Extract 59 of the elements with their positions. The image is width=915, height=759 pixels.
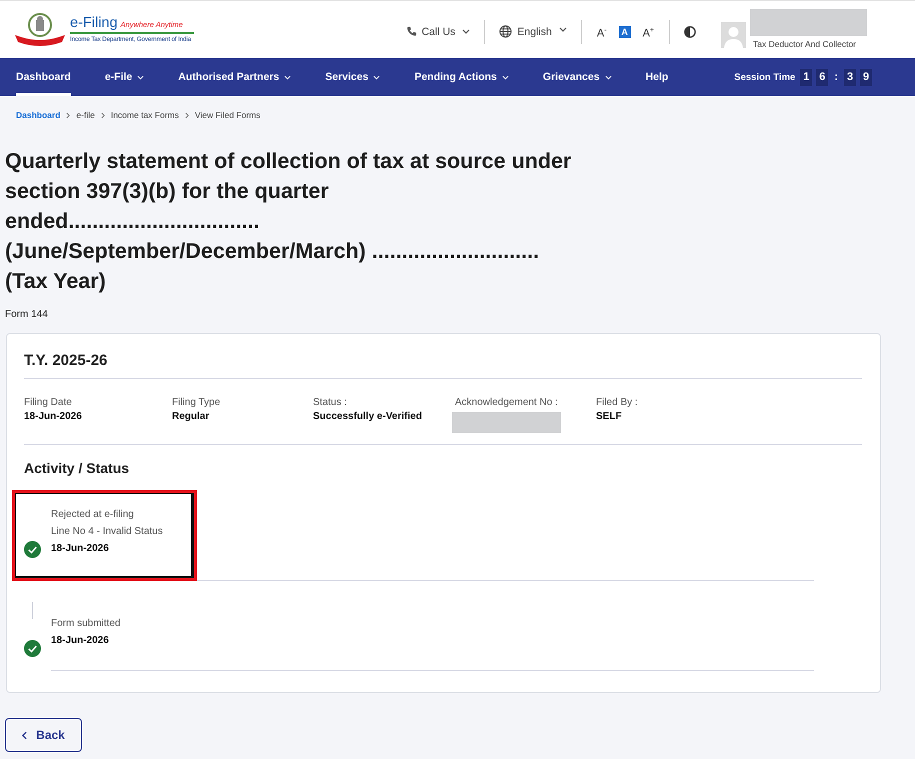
session-digit: 1: [800, 68, 812, 86]
font-size-button[interactable]: A: [618, 26, 631, 38]
nav-tab[interactable]: Authorised Partners: [178, 58, 292, 96]
call-us-button[interactable]: Call Us: [406, 26, 470, 38]
nav-tab[interactable]: Help: [646, 58, 668, 96]
nav-tab[interactable]: Services: [325, 58, 380, 96]
activity-date: 18-Jun-2026: [51, 542, 110, 556]
back-button[interactable]: Back: [5, 718, 82, 752]
card-title: T.Y. 2025-26: [24, 351, 862, 379]
field-label: Acknowledgement No :: [455, 396, 559, 410]
activity-date: 18-Jun-2026: [51, 634, 110, 648]
phone-icon: [406, 26, 417, 37]
field-label: Filing Date: [24, 396, 73, 410]
section-title: Activity / Status: [24, 459, 130, 477]
nav-tab[interactable]: Pending Actions: [414, 58, 509, 96]
globe-icon: [499, 25, 512, 38]
chevron-down-icon: [502, 74, 509, 80]
form-number: Form 144: [5, 308, 49, 322]
breadcrumb-item[interactable]: Income tax Forms: [110, 109, 179, 121]
chevron-down-icon: [284, 74, 292, 80]
activity-text: Rejected at e-filing: [51, 508, 135, 522]
chevron-left-icon: [22, 730, 28, 740]
chevron-down-icon: [604, 74, 612, 80]
nav-tab[interactable]: e-File: [104, 58, 144, 96]
font-size-button[interactable]: A$^{-}$: [596, 25, 608, 38]
session-separator: :: [833, 71, 839, 83]
contrast-icon[interactable]: [684, 26, 696, 38]
activity-text: Line No 4 - Invalid Status: [51, 525, 164, 539]
session-digit: 9: [860, 68, 872, 86]
font-size-button[interactable]: A$^{+}$: [642, 25, 655, 38]
emblem-icon: [15, 11, 65, 48]
session-time-label: Session Time: [734, 72, 796, 82]
breadcrumb-item[interactable]: e-file: [76, 109, 95, 121]
chevron-down-icon: [558, 26, 567, 32]
nav-tab[interactable]: Dashboard: [16, 58, 71, 96]
chevron-down-icon: [462, 29, 470, 34]
field-value: Successfully e-Verified: [313, 410, 423, 424]
language-button[interactable]: English: [499, 25, 567, 38]
chevron-right-icon: [100, 112, 105, 118]
chevron-down-icon: [373, 74, 380, 80]
field-label: Filed By :: [596, 396, 639, 410]
field-value: Regular: [172, 410, 210, 424]
session-digit: 6: [816, 68, 828, 86]
chevron-right-icon: [184, 112, 189, 118]
brand-title: e-Filing: [70, 15, 118, 32]
chevron-down-icon: [137, 74, 144, 80]
field-value: 18-Jun-2026: [24, 410, 83, 424]
timeline-line: [32, 602, 33, 619]
field-label: Status :: [313, 396, 348, 410]
page-title: Quarterly statement of collection of tax at source under section 397(3)(b) for the quarter ended................................ (June/September/December/March) ............................ (Tax Year): [5, 148, 572, 295]
user-role: Tax Deductor And Collector: [752, 39, 857, 50]
chevron-right-icon: [66, 112, 70, 118]
activity-text: Form submitted: [51, 617, 122, 631]
session-digit: 3: [844, 68, 856, 86]
breadcrumb-item[interactable]: View Filed Forms: [194, 109, 260, 121]
nav-tab[interactable]: Grievances: [542, 58, 612, 96]
breadcrumb-item[interactable]: Dashboard: [16, 109, 60, 121]
field-label: Filing Type: [172, 396, 222, 410]
field-value: SELF: [596, 410, 623, 424]
